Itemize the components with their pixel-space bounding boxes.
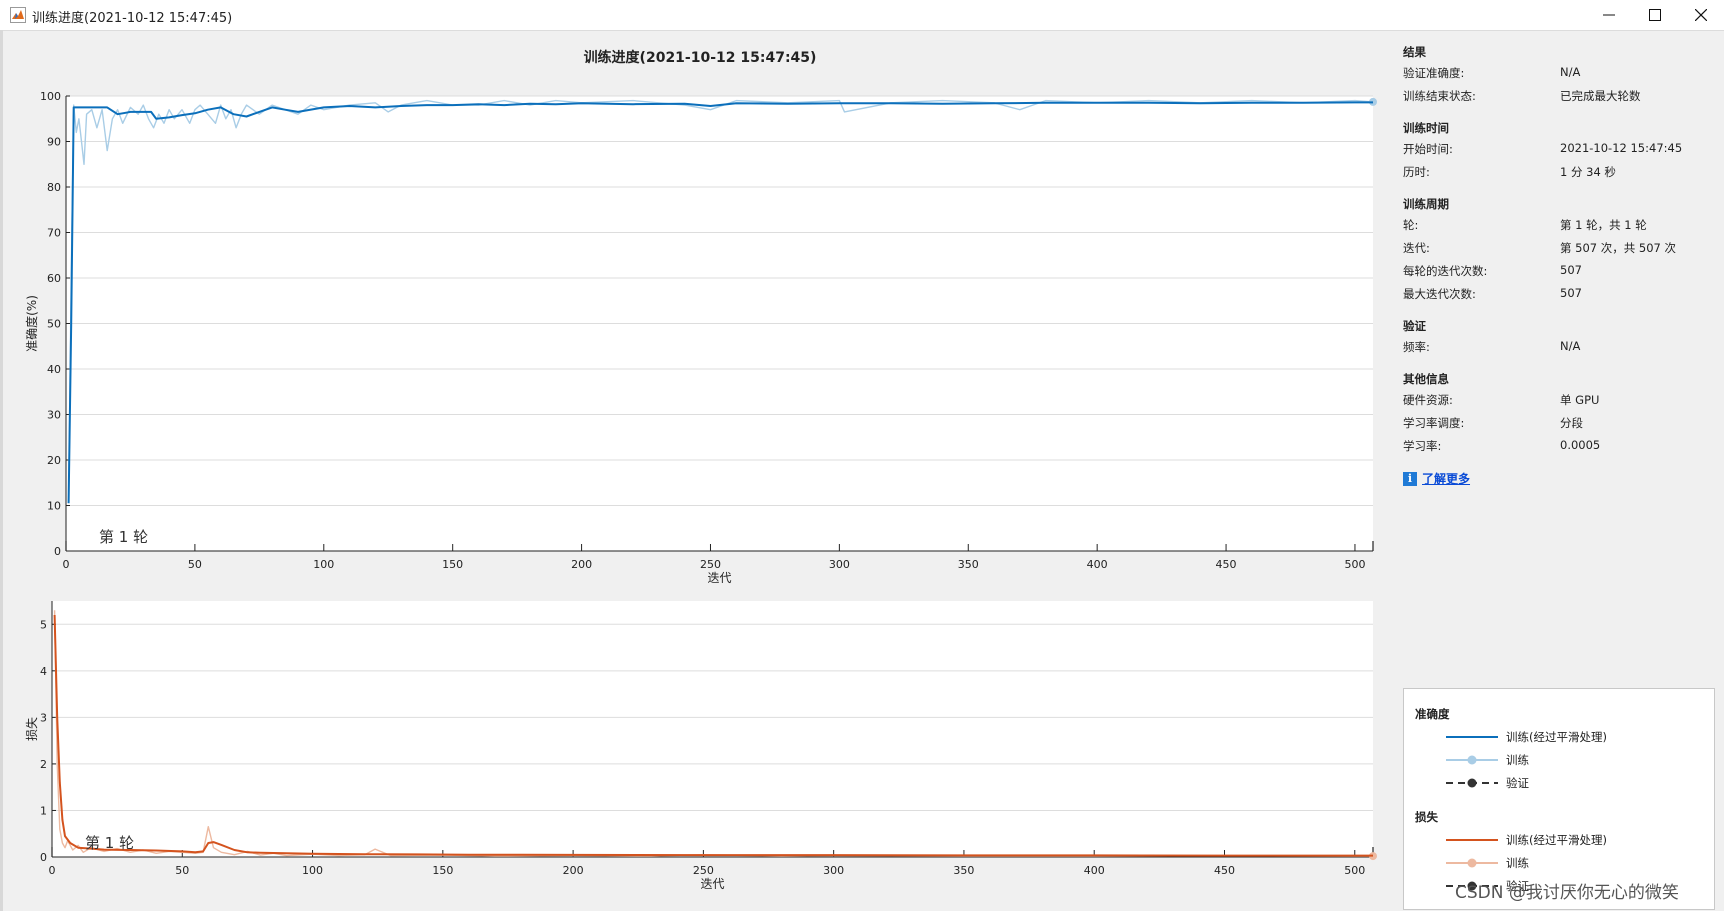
time-heading: 训练时间 [1403,121,1449,135]
validation-heading: 验证 [1403,319,1426,333]
maximize-button[interactable] [1632,0,1678,30]
y-tick-label: 1 [40,804,47,817]
validation-section: 验证 频率: N/A [1403,318,1703,362]
x-tick-label: 150 [432,864,453,877]
y-tick-label: 3 [40,711,47,724]
x-tick-label: 500 [1344,864,1365,877]
legend-label: 训练 [1506,856,1529,870]
y-axis-label: 损失 [24,717,39,741]
lr-schedule-row: 学习率调度: 分段 [1403,415,1703,438]
info-key: 验证准确度: [1403,66,1465,80]
hardware-row: 硬件资源: 单 GPU [1403,392,1703,415]
legend-label: 训练 [1506,753,1529,767]
legend-line-dot-icon [1446,858,1498,868]
info-value: 第 1 轮，共 1 轮 [1560,218,1647,232]
info-key: 训练结束状态: [1403,89,1476,103]
x-tick-label: 0 [49,864,56,877]
info-key: 开始时间: [1403,142,1453,156]
info-key: 历时: [1403,165,1430,179]
legend-label: 训练(经过平滑处理) [1506,833,1607,847]
info-value: 分段 [1560,416,1583,430]
info-key: 每轮的迭代次数: [1403,264,1488,278]
info-value: N/A [1560,339,1581,353]
other-info-heading: 其他信息 [1403,372,1449,386]
y-tick-label: 4 [40,665,47,678]
close-button[interactable] [1678,0,1724,30]
legend-dashed-dot-icon [1446,778,1498,788]
watermark: CSDN @我讨厌你无心的微笑 [1455,883,1679,903]
info-value: 1 分 34 秒 [1560,165,1616,179]
info-icon: i [1403,471,1417,486]
info-key: 硬件资源: [1403,393,1453,407]
results-heading: 结果 [1403,45,1426,59]
close-icon [1695,9,1707,21]
x-tick-label: 100 [302,864,323,877]
info-key: 轮: [1403,218,1419,232]
start-time-row: 开始时间: 2021-10-12 15:47:45 [1403,141,1703,164]
info-key: 学习率: [1403,439,1442,453]
cycle-heading: 训练周期 [1403,197,1449,211]
loss-plot[interactable]: 0123450 50 100 150 200 250 300 350 400 450 500第 1 … [0,0,1400,911]
max-iter-row: 最大迭代次数: 507 [1403,286,1703,309]
info-key: 最大迭代次数: [1403,287,1476,301]
info-key: 频率: [1403,340,1430,354]
frequency-row: 频率: N/A [1403,339,1703,362]
epoch-label: 第 1 轮 [85,834,134,852]
info-value: 单 GPU [1560,393,1600,407]
legend-label: 训练(经过平滑处理) [1506,730,1607,744]
legend-loss-heading: 损失 [1415,810,1438,824]
iter-per-epoch-row: 每轮的迭代次数: 507 [1403,263,1703,286]
y-tick-label: 2 [40,758,47,771]
legend-line-dot-icon [1446,755,1498,765]
x-tick-label: 350 [953,864,974,877]
other-info-section: 其他信息 硬件资源: 单 GPU 学习率调度: 分段 学习率: 0.0005 [1403,371,1703,461]
learn-more[interactable]: i 了解更多 [1403,470,1703,487]
learn-more-link[interactable]: 了解更多 [1422,470,1470,487]
time-section: 训练时间 开始时间: 2021-10-12 15:47:45 历时: 1 分 34 … [1403,120,1703,187]
legend-line-icon [1446,736,1498,738]
info-value: 已完成最大轮数 [1560,89,1641,103]
info-value: 第 507 次，共 507 次 [1560,241,1677,255]
iteration-row: 迭代: 第 507 次，共 507 次 [1403,240,1703,263]
x-tick-label: 50 [175,864,189,877]
x-tick-label: 250 [693,864,714,877]
results-section: 结果 验证准确度: N/A 训练结束状态: 已完成最大轮数 [1403,44,1703,111]
legend-label: 验证 [1506,776,1529,790]
elapsed-row: 历时: 1 分 34 秒 [1403,164,1703,187]
legend-line-icon [1446,839,1498,841]
x-tick-label: 200 [563,864,584,877]
learning-rate-row: 学习率: 0.0005 [1403,438,1703,461]
end-state-row: 训练结束状态: 已完成最大轮数 [1403,88,1703,111]
plot-area [52,601,1373,857]
x-tick-label: 450 [1214,864,1235,877]
minimize-icon [1603,14,1615,16]
info-value: 2021-10-12 15:47:45 [1560,141,1683,155]
info-value: 507 [1560,286,1582,300]
x-axis-label: 迭代 [700,877,724,891]
info-value: 0.0005 [1560,438,1601,452]
x-tick-label: 400 [1084,864,1105,877]
y-tick-label: 5 [40,618,47,631]
validation-accuracy-row: 验证准确度: N/A [1403,65,1703,88]
info-key: 学习率调度: [1403,416,1465,430]
epoch-row: 轮: 第 1 轮，共 1 轮 [1403,217,1703,240]
legend-accuracy-heading: 准确度 [1415,707,1450,721]
x-tick-label: 300 [823,864,844,877]
y-tick-label: 0 [40,851,47,864]
info-value: 507 [1560,263,1582,277]
info-value: N/A [1560,65,1581,79]
minimize-button[interactable] [1586,0,1632,30]
info-key: 迭代: [1403,241,1430,255]
maximize-icon [1649,9,1661,21]
training-info-panel: 结果 验证准确度: N/A 训练结束状态: 已完成最大轮数 训练时间 开始时间: 20… [1403,44,1703,487]
cycle-section: 训练周期 轮: 第 1 轮，共 1 轮 迭代: 第 507 次，共 507 次 每轮… [1403,196,1703,309]
legend-box: 准确度 训练(经过平滑处理) 训练 验证 损失 训练(经过平滑处理) 训练 验证 [1403,688,1715,910]
